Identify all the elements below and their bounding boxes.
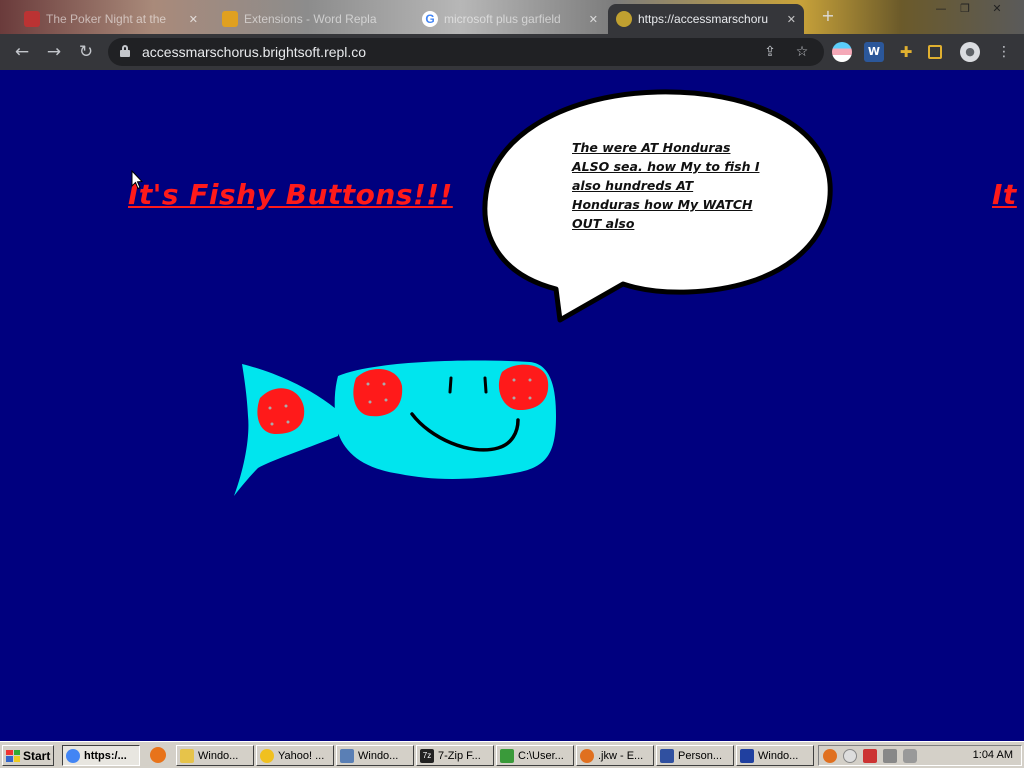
screen: The Poker Night at the ✕ Extensions - Wo…: [0, 0, 1024, 768]
word-extension-icon[interactable]: W: [864, 42, 884, 62]
fish-eye: [448, 376, 453, 394]
taskbar-button-explorer[interactable]: C:\User...: [496, 745, 574, 766]
tab-title: Extensions - Word Repla: [244, 12, 377, 26]
tab-poker-night[interactable]: The Poker Night at the ✕: [16, 4, 206, 34]
fish-spot: [498, 364, 549, 410]
tab-accessmarschorus[interactable]: https://accessmarschoru ✕: [608, 4, 804, 34]
browser-toolbar: ← → ↻ accessmarschorus.brightsoft.repl.c…: [0, 34, 1024, 70]
extensions-puzzle-icon[interactable]: ✚: [896, 42, 916, 62]
tab-favicon-icon: [616, 11, 632, 27]
tab-close-icon[interactable]: ✕: [589, 13, 598, 26]
side-panel-icon[interactable]: [928, 45, 942, 59]
bookmark-star-icon[interactable]: ☆: [792, 42, 812, 62]
taskbar-button-7zip[interactable]: 7z 7-Zip F...: [416, 745, 494, 766]
display-icon: [660, 748, 674, 763]
minimize-icon[interactable]: —: [930, 2, 952, 16]
taskbar-button-label: Person...: [678, 749, 723, 762]
menu-kebab-icon[interactable]: ⋮: [994, 42, 1014, 62]
taskbar-button-chrome[interactable]: https:/...: [62, 745, 140, 766]
window-icon: [340, 748, 354, 763]
start-button[interactable]: Start: [2, 745, 54, 766]
puzzle-icon: [222, 11, 238, 27]
taskbar-button-label: Windo...: [358, 749, 399, 762]
tab-close-icon[interactable]: ✕: [189, 13, 198, 26]
tab-close-icon[interactable]: ✕: [787, 13, 796, 26]
system-tray: 1:04 AM: [818, 745, 1022, 766]
speech-bubble-text: The were AT Honduras ALSO sea. how My to…: [572, 140, 760, 231]
tab-title: microsoft plus garfield: [444, 12, 561, 26]
tab-title: https://accessmarschoru: [638, 12, 769, 26]
taskbar-button-label: .jkw - E...: [598, 749, 644, 762]
chrome-icon: [66, 748, 80, 763]
restore-icon[interactable]: ❐: [954, 2, 976, 16]
taskbar-button-label: https:/...: [84, 749, 127, 762]
yahoo-messenger-icon: [260, 748, 274, 763]
page-heading: It's Fishy Buttons!!!: [128, 178, 453, 211]
profile-avatar-icon[interactable]: ●: [960, 42, 980, 62]
search-icon[interactable]: [823, 749, 837, 763]
taskbar-button-label: 7-Zip F...: [438, 749, 481, 762]
volume-icon[interactable]: [903, 749, 917, 763]
taskbar-button-jkw[interactable]: .jkw - E...: [576, 745, 654, 766]
taskbar-button-label: C:\User...: [518, 749, 564, 762]
tab-extensions[interactable]: Extensions - Word Repla: [214, 4, 406, 34]
close-window-icon[interactable]: ✕: [986, 2, 1008, 16]
tab-google-search[interactable]: G microsoft plus garfield ✕: [414, 4, 606, 34]
tab-favicon-icon: [24, 11, 40, 27]
fish-spot: [353, 368, 403, 417]
back-arrow-icon[interactable]: ←: [10, 40, 34, 64]
share-icon[interactable]: ⇪: [760, 42, 780, 62]
taskbar-button-label: Yahoo! ...: [278, 749, 325, 762]
taskbar-button-windows[interactable]: Windo...: [336, 745, 414, 766]
taskbar-button-yahoo[interactable]: Yahoo! ...: [256, 745, 334, 766]
folder-icon: [180, 748, 194, 763]
reload-icon[interactable]: ↻: [74, 40, 98, 64]
security-shield-icon[interactable]: [863, 749, 877, 763]
network-icon[interactable]: [883, 749, 897, 763]
mouse-pointer-icon: [131, 170, 143, 190]
google-icon: G: [422, 11, 438, 27]
url-text[interactable]: accessmarschorus.brightsoft.repl.co: [142, 44, 366, 60]
firefox-icon[interactable]: [150, 747, 166, 763]
clock[interactable]: 1:04 AM: [973, 749, 1013, 761]
page-heading-repeat: It: [992, 178, 1017, 211]
magnifier-icon: [580, 748, 594, 763]
taskbar-button-label: Windo...: [758, 749, 799, 762]
taskbar-button-windows[interactable]: Windo...: [176, 745, 254, 766]
smiley-icon[interactable]: [843, 749, 857, 763]
taskbar-button-personalize[interactable]: Person...: [656, 745, 734, 766]
taskbar-button-label: Windo...: [198, 749, 239, 762]
fish-spot: [257, 388, 305, 434]
tab-title: The Poker Night at the: [46, 12, 167, 26]
taskbar: Start https:/... Windo... Yahoo! ... Win…: [0, 741, 1024, 768]
7zip-icon: 7z: [420, 748, 434, 763]
web-page: It's Fishy Buttons!!! It The were AT Hon…: [0, 70, 1024, 741]
address-bar[interactable]: accessmarschorus.brightsoft.repl.co ⇪ ☆: [108, 38, 824, 66]
window-icon: [740, 748, 754, 763]
fish-eye: [483, 376, 488, 394]
fish-button[interactable]: [230, 356, 562, 496]
extension-flag-icon[interactable]: [832, 42, 852, 62]
lock-icon[interactable]: [120, 45, 130, 57]
explorer-icon: [500, 748, 514, 763]
browser-tab-strip: The Poker Night at the ✕ Extensions - Wo…: [0, 0, 1024, 34]
new-tab-icon[interactable]: +: [818, 6, 838, 26]
forward-arrow-icon[interactable]: →: [42, 40, 66, 64]
windows-flag-icon: [6, 749, 20, 762]
start-label: Start: [23, 748, 51, 763]
taskbar-button-windows[interactable]: Windo...: [736, 745, 814, 766]
